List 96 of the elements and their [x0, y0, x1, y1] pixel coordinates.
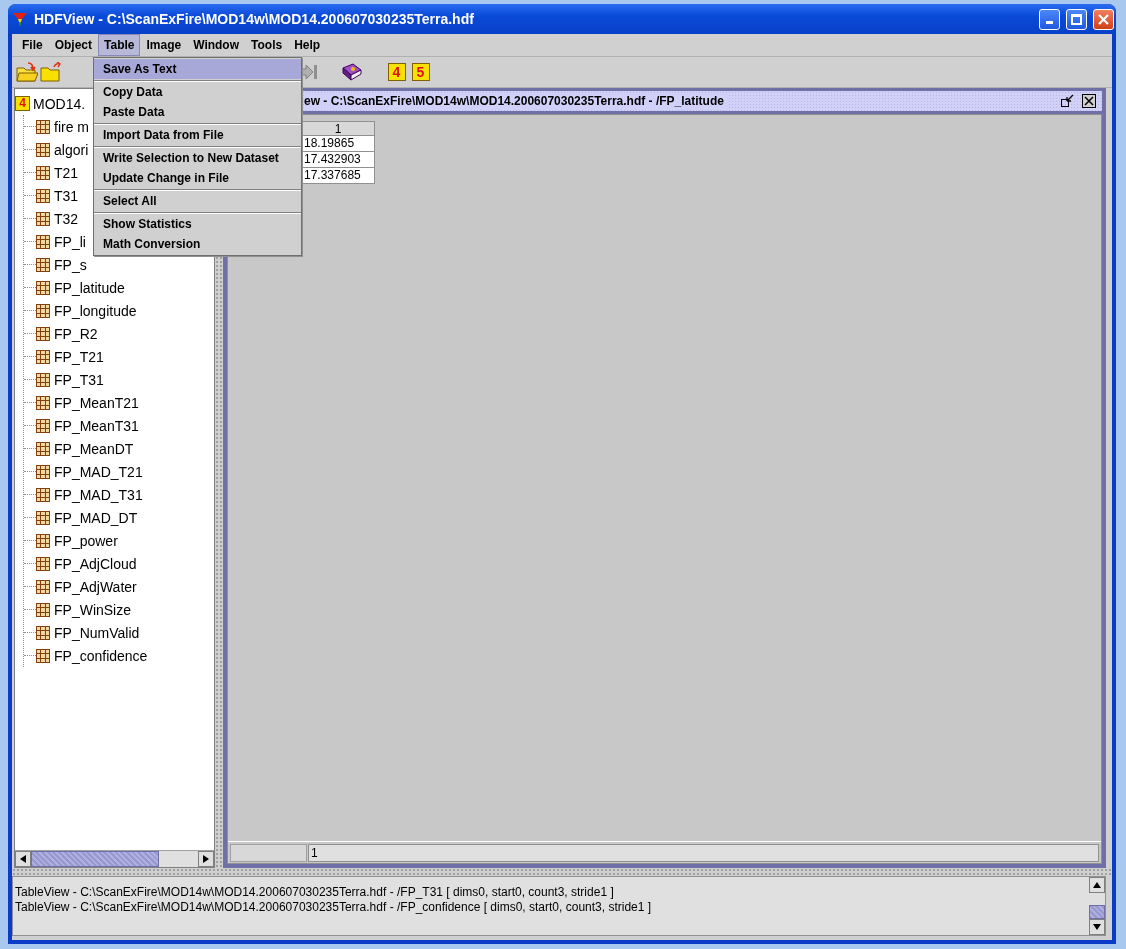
- menu-option[interactable]: Show Statistics: [94, 214, 301, 234]
- dataset-icon: [36, 487, 50, 502]
- tree-item[interactable]: FP_latitude: [54, 279, 125, 296]
- menu-option[interactable]: Write Selection to New Dataset: [94, 148, 301, 168]
- close-icon[interactable]: [1082, 94, 1096, 108]
- dataset-icon: [36, 211, 50, 226]
- tree-item[interactable]: FP_MeanT21: [54, 394, 139, 411]
- dataset-icon: [36, 418, 50, 433]
- dataset-icon: [36, 579, 50, 594]
- open-folder-icon[interactable]: [16, 62, 38, 82]
- table-cell[interactable]: 18.19865: [301, 136, 375, 152]
- dataset-icon: [36, 625, 50, 640]
- folder-icon[interactable]: [40, 62, 62, 82]
- tree-item[interactable]: FP_AdjCloud: [54, 555, 137, 572]
- tree-item[interactable]: FP_AdjWater: [54, 578, 137, 595]
- menu-option[interactable]: Update Change in File: [94, 168, 301, 188]
- menu-item[interactable]: Image: [140, 34, 188, 56]
- tree-item[interactable]: FP_s: [54, 256, 87, 273]
- dataset-icon: [36, 395, 50, 410]
- dataset-icon: [36, 556, 50, 571]
- scroll-down-icon[interactable]: [1093, 924, 1101, 930]
- column-header[interactable]: 1: [301, 121, 375, 136]
- tree-item[interactable]: FP_NumValid: [54, 624, 140, 641]
- close-button[interactable]: [1093, 8, 1114, 30]
- frame-title: ew - C:\ScanExFire\MOD14w\MOD14.200607030235Terra.hdf - /FP_latitude: [304, 94, 728, 108]
- restore-icon[interactable]: [1060, 94, 1074, 108]
- tree-item[interactable]: FP_MeanT31: [54, 417, 139, 434]
- table-cell[interactable]: 17.337685: [301, 168, 375, 184]
- tree-item[interactable]: algori: [54, 141, 89, 158]
- tree-item[interactable]: T32: [54, 210, 79, 227]
- tree-item[interactable]: FP_confidence: [54, 647, 148, 664]
- tree-item[interactable]: fire m: [54, 118, 89, 135]
- tree-item[interactable]: FP_MAD_T31: [54, 486, 143, 503]
- app-icon: [12, 11, 28, 27]
- menu-item[interactable]: Window: [187, 34, 246, 56]
- cell-value-field[interactable]: 1: [308, 843, 1099, 862]
- tree-item[interactable]: FP_MAD_DT: [54, 509, 138, 526]
- tree-item[interactable]: MOD14.: [33, 95, 86, 112]
- tree-item[interactable]: T31: [54, 187, 79, 204]
- file-badge-icon[interactable]: 4: [387, 63, 406, 81]
- tree-item[interactable]: T21: [54, 164, 79, 181]
- menu-option[interactable]: Copy Data: [94, 82, 301, 102]
- dataset-icon: [36, 280, 50, 295]
- log-line: TableView - C:\ScanExFire\MOD14w\MOD14.200607030235Terra.hdf - /FP_confidence [ dims0, start0, count3, stride1 ]: [15, 900, 653, 915]
- tree-item[interactable]: FP_R2: [54, 325, 98, 342]
- dataset-icon: [36, 441, 50, 456]
- dataset-icon: [36, 464, 50, 479]
- dataset-icon: [36, 602, 50, 617]
- log-line: TableView - C:\ScanExFire\MOD14w\MOD14.200607030235Terra.hdf - /FP_T31 [ dims0, start0, count3, stride1 ]: [15, 885, 615, 900]
- maximize-icon: [1071, 13, 1082, 25]
- dataset-icon: [36, 142, 50, 157]
- menu-item[interactable]: Tools: [245, 34, 289, 56]
- tree-item[interactable]: FP_MeanDT: [54, 440, 134, 457]
- book-icon[interactable]: [341, 62, 363, 82]
- menu-option[interactable]: Paste Data: [94, 102, 301, 122]
- file-badge-icon[interactable]: 5: [411, 63, 430, 81]
- menu-item[interactable]: Table: [98, 34, 141, 56]
- dataset-icon: [36, 533, 50, 548]
- dataset-icon: [36, 234, 50, 249]
- dataset-icon: [36, 303, 50, 318]
- menu-option[interactable]: Import Data from File: [94, 125, 301, 145]
- menu-item[interactable]: Help: [288, 34, 327, 56]
- dataset-icon: [36, 510, 50, 525]
- scroll-up-icon[interactable]: [1093, 882, 1101, 888]
- dataset-icon: [36, 188, 50, 203]
- minimize-button[interactable]: [1039, 8, 1060, 30]
- tree-item[interactable]: FP_T31: [54, 371, 104, 388]
- tree-item[interactable]: FP_MAD_T21: [54, 463, 143, 480]
- file-badge-icon: 4: [15, 96, 30, 111]
- maximize-button[interactable]: [1066, 8, 1087, 30]
- menu-option[interactable]: Select All: [94, 191, 301, 211]
- splitter-handle[interactable]: [12, 868, 1112, 876]
- vertical-scrollbar[interactable]: [1089, 877, 1105, 935]
- dataset-icon: [36, 326, 50, 341]
- tree-item[interactable]: FP_longitude: [54, 302, 137, 319]
- menu-option[interactable]: Math Conversion: [94, 234, 301, 254]
- menu-item[interactable]: File: [16, 34, 49, 56]
- dataset-icon: [36, 349, 50, 364]
- table-cell[interactable]: 17.432903: [301, 152, 375, 168]
- dataset-icon: [36, 648, 50, 663]
- tree-item[interactable]: FP_T21: [54, 348, 104, 365]
- menu-item[interactable]: Object: [48, 34, 98, 56]
- scroll-right-icon[interactable]: [203, 855, 209, 863]
- window-title: HDFView - C:\ScanExFire\MOD14w\MOD14.200607030235Terra.hdf: [34, 11, 475, 27]
- horizontal-scrollbar[interactable]: [15, 850, 214, 867]
- menu-option[interactable]: Save As Text: [94, 59, 301, 79]
- tree-item[interactable]: FP_WinSize: [54, 601, 132, 618]
- tree-item[interactable]: FP_li: [54, 233, 86, 250]
- tree-item[interactable]: FP_power: [54, 532, 118, 549]
- dataset-icon: [36, 119, 50, 134]
- close-icon: [1098, 13, 1109, 25]
- scroll-left-icon[interactable]: [20, 855, 26, 863]
- dataset-icon: [36, 372, 50, 387]
- dataset-icon: [36, 257, 50, 272]
- minimize-icon: [1046, 20, 1053, 24]
- dataset-icon: [36, 165, 50, 180]
